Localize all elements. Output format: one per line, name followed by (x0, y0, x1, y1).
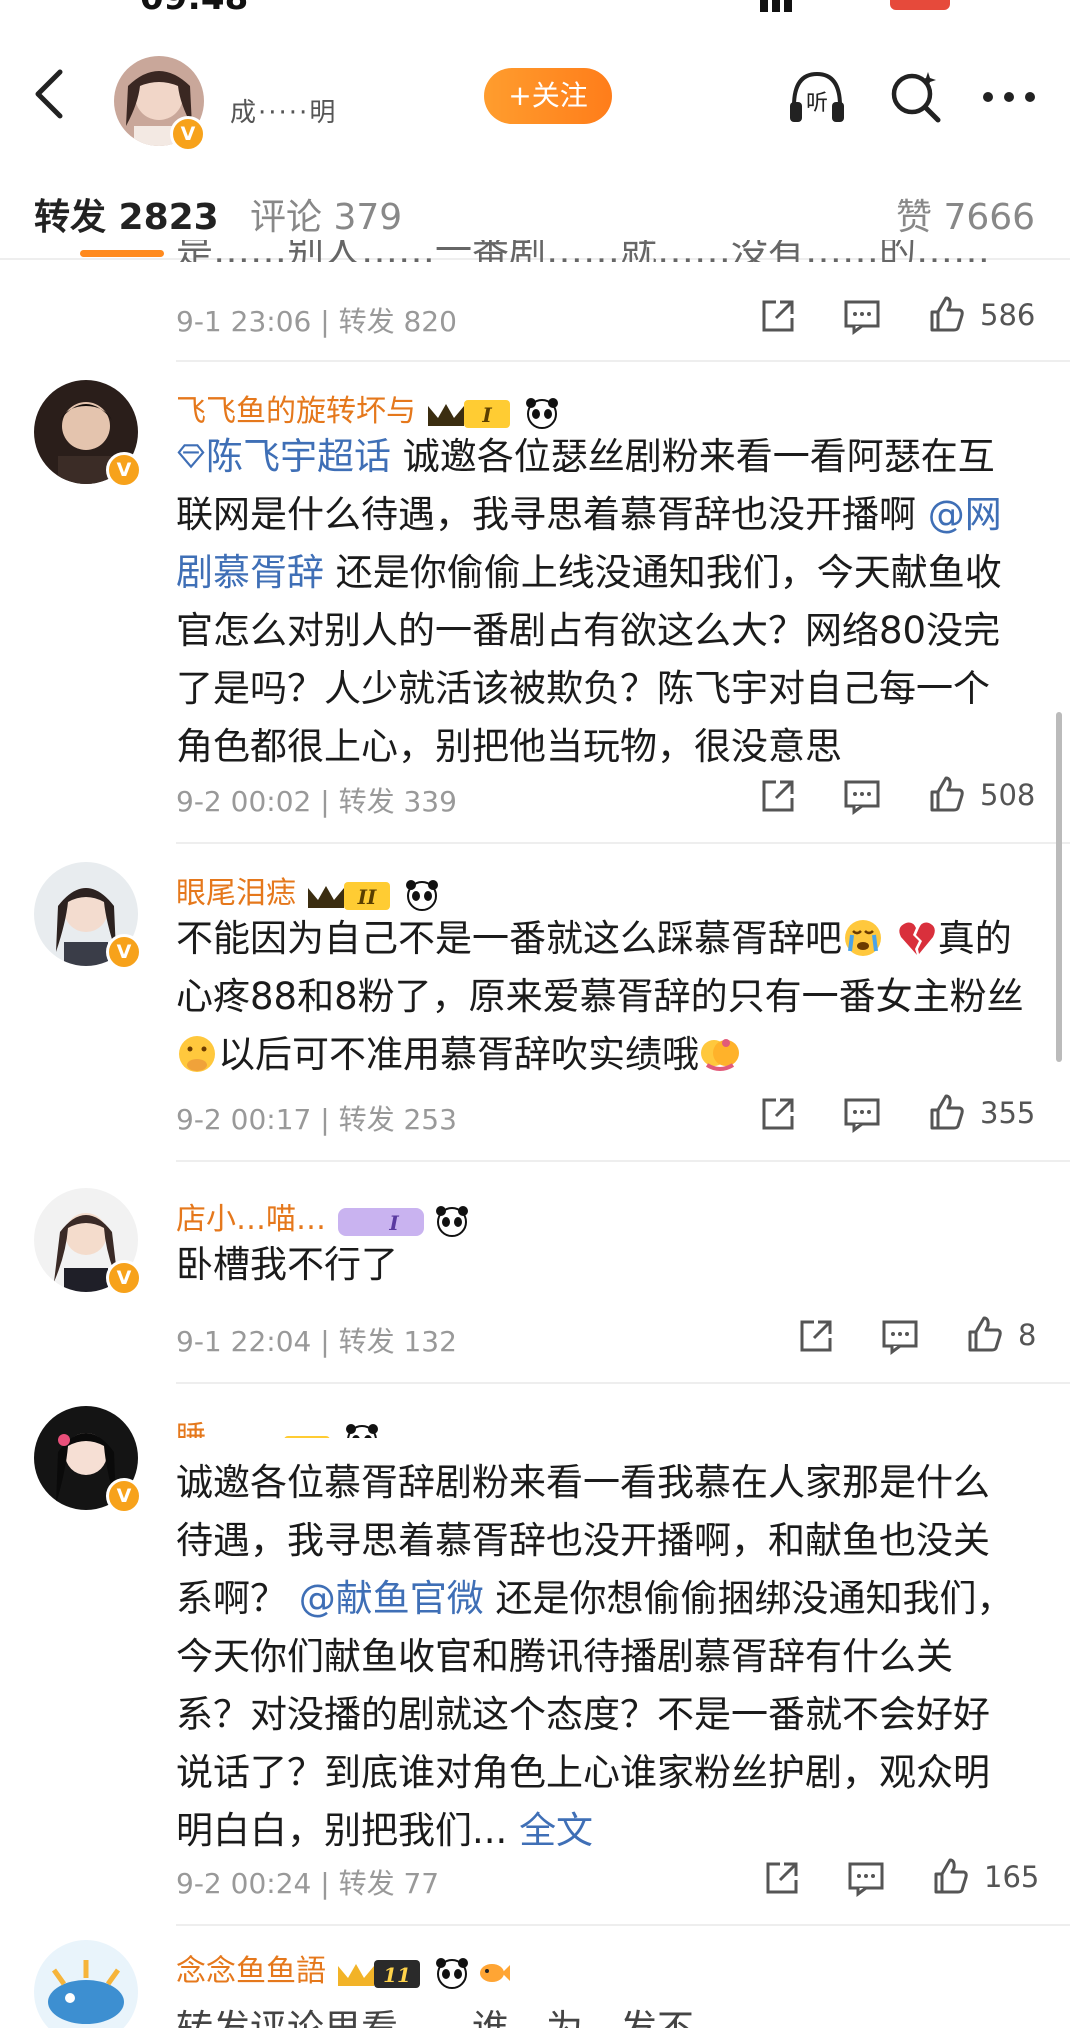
share-icon[interactable] (762, 1858, 802, 1898)
share-icon[interactable] (758, 776, 798, 816)
comment-icon[interactable] (880, 1316, 920, 1356)
commenter-name[interactable]: 飞飞鱼的旋转坏与 I (176, 386, 560, 431)
divider (176, 360, 1070, 362)
repost-count[interactable]: 转发 77 (339, 1867, 440, 1900)
status-icons (760, 0, 950, 12)
status-time: 09:48 (140, 0, 248, 16)
verified-badge-icon: V (170, 116, 206, 152)
broken-heart-icon (899, 922, 935, 955)
level-badge-icon: I (338, 1207, 424, 1236)
comment-meta: 9-2 00:17 | 转发 253 (176, 1103, 457, 1136)
follow-button[interactable]: +关注 (484, 68, 612, 124)
panda-icon (406, 879, 438, 911)
comment-meta: 9-2 00:24 | 转发 77 (176, 1867, 440, 1900)
commenter-name[interactable]: 眼尾泪痣 II (176, 868, 440, 913)
verified-badge-icon: V (106, 934, 142, 970)
svg-text:I: I (481, 403, 492, 427)
top-bar: V 成·····明 +关注 听 (0, 40, 1070, 160)
listen-icon[interactable]: 听 (786, 66, 848, 128)
divider (176, 1382, 1070, 1384)
comment-icon[interactable] (842, 1094, 882, 1134)
search-icon[interactable] (884, 66, 946, 128)
panda-icon (436, 1205, 468, 1237)
scrollbar[interactable] (1056, 712, 1062, 1062)
verified-badge-icon: V (106, 452, 142, 488)
level-badge-icon: 11 (338, 1959, 420, 1988)
like-count: 165 (984, 1860, 1040, 1894)
comment-text: 转发评论里看……谁…为…发不… (176, 2000, 1026, 2028)
like-icon[interactable] (926, 774, 966, 814)
level-badge-icon (284, 1435, 330, 1438)
repost-count[interactable]: 转发 820 (339, 305, 457, 338)
comment-meta: 9-1 22:04 | 转发 132 (176, 1325, 457, 1358)
tab-comments[interactable]: 评论 379 (250, 188, 402, 240)
back-arrow-icon[interactable] (22, 64, 82, 124)
repost-count[interactable]: 转发 339 (339, 785, 457, 818)
topic-tag[interactable]: 陈飞宇超话 (176, 435, 391, 478)
comment-icon[interactable] (846, 1858, 886, 1898)
comment-text: 不能因为自己不是一番就这么踩慕胥辞吧 真的心疼88和8粉了，原来爱慕胥辞的只有一… (176, 917, 1024, 1076)
like-icon[interactable] (964, 1314, 1004, 1354)
like-count: 355 (980, 1096, 1036, 1130)
svg-text:听: 听 (806, 91, 828, 116)
like-count: 508 (980, 778, 1036, 812)
hugging-icon (701, 1039, 739, 1071)
verified-badge-icon: V (106, 1478, 142, 1514)
repost-count[interactable]: 转发 132 (339, 1325, 457, 1358)
tab-likes[interactable]: 赞 7666 (896, 188, 1035, 240)
verified-badge-icon: V (106, 1260, 142, 1296)
commenter-name[interactable]: 店小…喵… I (176, 1194, 470, 1239)
share-icon[interactable] (796, 1316, 836, 1356)
like-icon[interactable] (930, 1856, 970, 1896)
repost-count[interactable]: 转发 253 (339, 1103, 457, 1136)
comment-meta: 9-1 23:06 | 转发 820 (176, 305, 457, 338)
svg-text:II: II (357, 885, 377, 909)
supertopic-icon (177, 444, 205, 469)
like-count: 8 (1018, 1318, 1037, 1352)
commenter-name[interactable]: 睡… (176, 1412, 380, 1438)
divider (176, 1160, 1070, 1162)
panda-icon (526, 397, 558, 429)
commenter-name[interactable]: 念念鱼鱼語 11 (176, 1946, 512, 1991)
like-icon[interactable] (926, 294, 966, 334)
divider (176, 842, 1070, 844)
comment-icon[interactable] (842, 776, 882, 816)
hush-face-icon (179, 1036, 215, 1072)
svg-text:11: 11 (383, 1963, 411, 1987)
comment-text: 陈飞宇超话 诚邀各位瑟丝剧粉来看一看阿瑟在互联网是什么待遇，我寻思着慕胥辞也没开… (176, 435, 1002, 768)
status-bar: 09:48 (0, 0, 1070, 16)
fish-icon (480, 1963, 510, 1982)
like-count: 586 (980, 298, 1036, 332)
avatar[interactable] (34, 1940, 138, 2028)
like-icon[interactable] (926, 1092, 966, 1132)
level-badge-icon: II (308, 881, 390, 910)
share-icon[interactable] (758, 1094, 798, 1134)
divider (176, 1924, 1070, 1926)
list-item[interactable]: 念念鱼鱼語11 转发评论里看……谁…为…发不… (0, 1940, 1070, 2028)
level-badge-icon: I (428, 399, 510, 428)
more-options-icon[interactable] (978, 66, 1040, 128)
crying-face-icon (845, 920, 881, 956)
author-name[interactable]: 成·····明 (230, 92, 337, 129)
panda-icon (436, 1957, 468, 1989)
share-icon[interactable] (758, 296, 798, 336)
panda-icon (346, 1423, 378, 1438)
tab-repost[interactable]: 转发 2823 (34, 188, 219, 240)
mention-link[interactable]: @献鱼官微 (299, 1577, 484, 1620)
tab-active-indicator (80, 250, 164, 257)
expand-full-text-link[interactable]: 全文 (519, 1809, 593, 1852)
comment-meta: 9-2 00:02 | 转发 339 (176, 785, 457, 818)
comment-icon[interactable] (842, 296, 882, 336)
svg-text:I: I (388, 1211, 399, 1235)
comment-text: 卧槽我不行了 (176, 1243, 398, 1286)
comment-text: 诚邀各位慕胥辞剧粉来看一看我慕在人家那是什么待遇，我寻思着慕胥辞也没开播啊，和献… (176, 1461, 1014, 1852)
